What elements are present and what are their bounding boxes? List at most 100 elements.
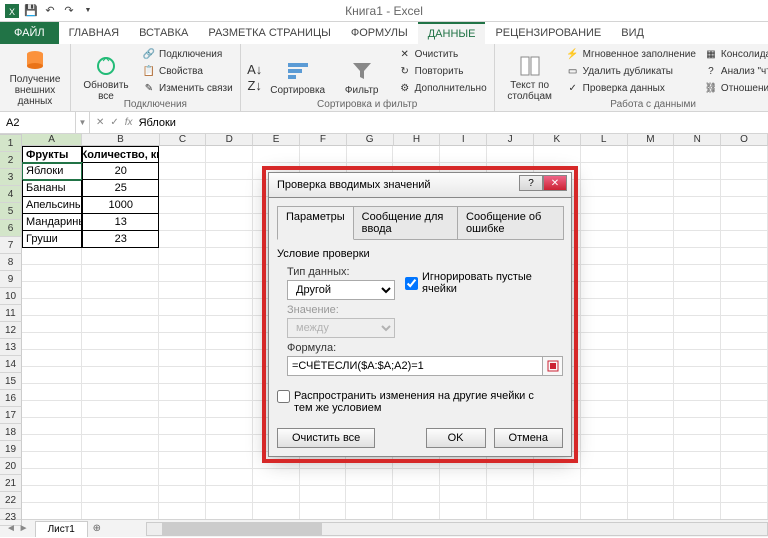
cell[interactable] [206, 486, 253, 503]
cell[interactable] [159, 367, 206, 384]
cell[interactable] [82, 265, 159, 282]
whatif-button[interactable]: ?Анализ "что если" [702, 63, 768, 79]
cell[interactable] [159, 265, 206, 282]
column-header[interactable]: A [22, 134, 82, 146]
cell[interactable] [674, 469, 721, 486]
cell[interactable] [440, 486, 487, 503]
cell[interactable] [159, 486, 206, 503]
cell[interactable] [628, 231, 675, 248]
row-header[interactable]: 11 [0, 305, 22, 322]
cell[interactable] [628, 452, 675, 469]
cell[interactable] [721, 469, 768, 486]
row-header[interactable]: 14 [0, 356, 22, 373]
cell[interactable] [628, 486, 675, 503]
formula-field[interactable] [287, 356, 543, 376]
cell[interactable] [581, 503, 628, 519]
cell[interactable] [721, 401, 768, 418]
cell[interactable] [581, 418, 628, 435]
cell[interactable] [581, 401, 628, 418]
cell[interactable] [206, 435, 253, 452]
row-header[interactable]: 6 [0, 220, 22, 237]
cell[interactable] [206, 350, 253, 367]
cell[interactable] [347, 146, 394, 163]
cell[interactable]: 23 [82, 231, 159, 248]
cell[interactable] [206, 248, 253, 265]
cell[interactable] [22, 469, 82, 486]
cell[interactable] [628, 248, 675, 265]
cell[interactable] [674, 180, 721, 197]
save-icon[interactable]: 💾 [23, 3, 39, 19]
cell[interactable] [159, 146, 206, 163]
column-header[interactable]: I [440, 134, 487, 146]
cell[interactable] [206, 146, 253, 163]
cell[interactable] [159, 350, 206, 367]
cell[interactable] [534, 146, 581, 163]
cell[interactable] [721, 418, 768, 435]
cell[interactable] [628, 367, 675, 384]
column-header[interactable]: J [487, 134, 534, 146]
edit-links-button[interactable]: ✎Изменить связи [140, 80, 235, 96]
cell[interactable] [82, 248, 159, 265]
cell[interactable] [581, 248, 628, 265]
cell[interactable] [82, 282, 159, 299]
cell[interactable] [346, 503, 393, 519]
cell[interactable] [159, 418, 206, 435]
cancel-button[interactable]: Отмена [494, 428, 563, 448]
cell[interactable] [22, 367, 82, 384]
cell[interactable] [393, 486, 440, 503]
cell[interactable] [721, 248, 768, 265]
cell[interactable] [721, 282, 768, 299]
row-header[interactable]: 16 [0, 390, 22, 407]
enter-formula-icon[interactable]: ✓ [110, 117, 118, 128]
cell[interactable] [393, 503, 440, 519]
cell[interactable] [206, 503, 253, 519]
cell[interactable] [206, 333, 253, 350]
cell[interactable] [628, 197, 675, 214]
cell[interactable] [674, 350, 721, 367]
cell[interactable] [628, 146, 675, 163]
cell[interactable] [721, 197, 768, 214]
cell[interactable] [159, 231, 206, 248]
cell[interactable] [22, 401, 82, 418]
cell[interactable] [721, 214, 768, 231]
cell[interactable] [581, 180, 628, 197]
row-header[interactable]: 3 [0, 169, 22, 186]
cell[interactable] [22, 384, 82, 401]
reapply-button[interactable]: ↻Повторить [396, 63, 489, 79]
cell[interactable] [628, 503, 675, 519]
cell[interactable] [22, 435, 82, 452]
row-header[interactable]: 18 [0, 424, 22, 441]
cell[interactable] [159, 469, 206, 486]
cell[interactable] [721, 316, 768, 333]
cell[interactable] [159, 316, 206, 333]
fx-icon[interactable]: fx [125, 117, 133, 128]
dialog-tab-error-msg[interactable]: Сообщение об ошибке [457, 206, 564, 240]
ignore-blank-checkbox[interactable]: Игнорировать пустые ячейки [405, 271, 563, 295]
cell[interactable] [159, 452, 206, 469]
consolidate-button[interactable]: ▦Консолидация [702, 46, 768, 62]
redo-icon[interactable]: ↷ [61, 3, 77, 19]
cell[interactable] [581, 333, 628, 350]
cell[interactable]: 25 [82, 180, 159, 197]
cell[interactable] [628, 384, 675, 401]
cell[interactable] [487, 146, 534, 163]
column-header[interactable]: K [534, 134, 581, 146]
tab-data[interactable]: ДАННЫЕ [418, 22, 486, 44]
cell[interactable] [721, 350, 768, 367]
qat-dropdown-icon[interactable]: ▼ [80, 3, 96, 19]
cell[interactable] [82, 503, 159, 519]
cell[interactable] [82, 435, 159, 452]
data-validation-button[interactable]: ✓Проверка данных [564, 80, 698, 96]
cell[interactable] [721, 231, 768, 248]
cell[interactable] [440, 469, 487, 486]
column-header[interactable]: N [674, 134, 721, 146]
cell[interactable] [206, 214, 253, 231]
cell[interactable] [674, 435, 721, 452]
row-header[interactable]: 12 [0, 322, 22, 339]
cell[interactable] [159, 197, 206, 214]
cell[interactable]: Количество, кг [82, 146, 159, 163]
range-selector-button[interactable] [543, 356, 563, 376]
cell[interactable] [721, 163, 768, 180]
column-header[interactable]: F [300, 134, 347, 146]
column-header[interactable]: E [253, 134, 300, 146]
